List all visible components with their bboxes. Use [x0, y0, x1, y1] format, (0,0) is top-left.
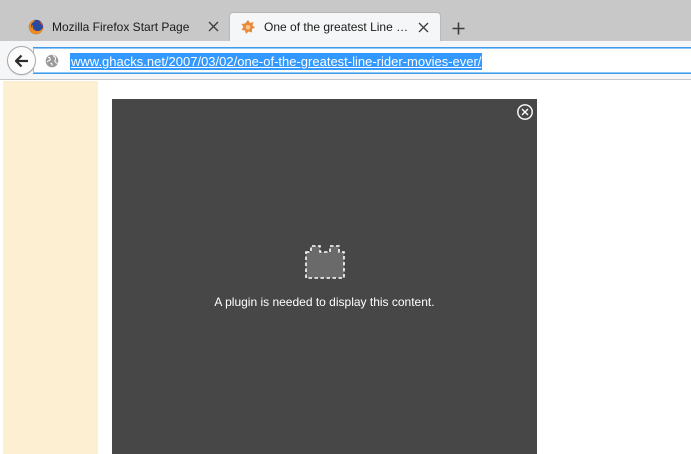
close-tab-button[interactable] [412, 16, 434, 38]
tab-label: One of the greatest Line Ri... [264, 20, 412, 34]
close-circle-icon[interactable] [516, 103, 534, 121]
tab-label: Mozilla Firefox Start Page [52, 19, 190, 34]
firefox-logo-icon [28, 19, 44, 34]
navigation-toolbar: www.ghacks.net/2007/03/02/one-of-the-gre… [0, 41, 691, 80]
plugin-message: A plugin is needed to display this conte… [214, 295, 435, 309]
plugin-placeholder[interactable]: A plugin is needed to display this conte… [112, 99, 537, 454]
tab-line-rider[interactable]: One of the greatest Line Ri... [229, 12, 441, 41]
close-tab-button[interactable] [202, 16, 224, 38]
url-bar[interactable]: www.ghacks.net/2007/03/02/one-of-the-gre… [33, 47, 691, 74]
tab-mozilla-start-page[interactable]: Mozilla Firefox Start Page [18, 12, 230, 41]
new-tab-button[interactable] [446, 16, 470, 40]
url-text[interactable]: www.ghacks.net/2007/03/02/one-of-the-gre… [70, 53, 483, 70]
left-sidebar-panel [3, 81, 98, 454]
ghacks-logo-icon [241, 20, 255, 34]
page-content: A plugin is needed to display this conte… [0, 81, 691, 454]
close-icon [208, 21, 218, 32]
globe-icon [45, 54, 59, 68]
plugin-puzzle-icon[interactable] [305, 245, 345, 279]
plus-icon [452, 22, 464, 34]
back-button[interactable] [7, 46, 36, 75]
close-icon [418, 22, 428, 32]
tab-strip: Mozilla Firefox Start Page One of the gr… [0, 0, 691, 41]
back-arrow-icon [14, 54, 28, 67]
